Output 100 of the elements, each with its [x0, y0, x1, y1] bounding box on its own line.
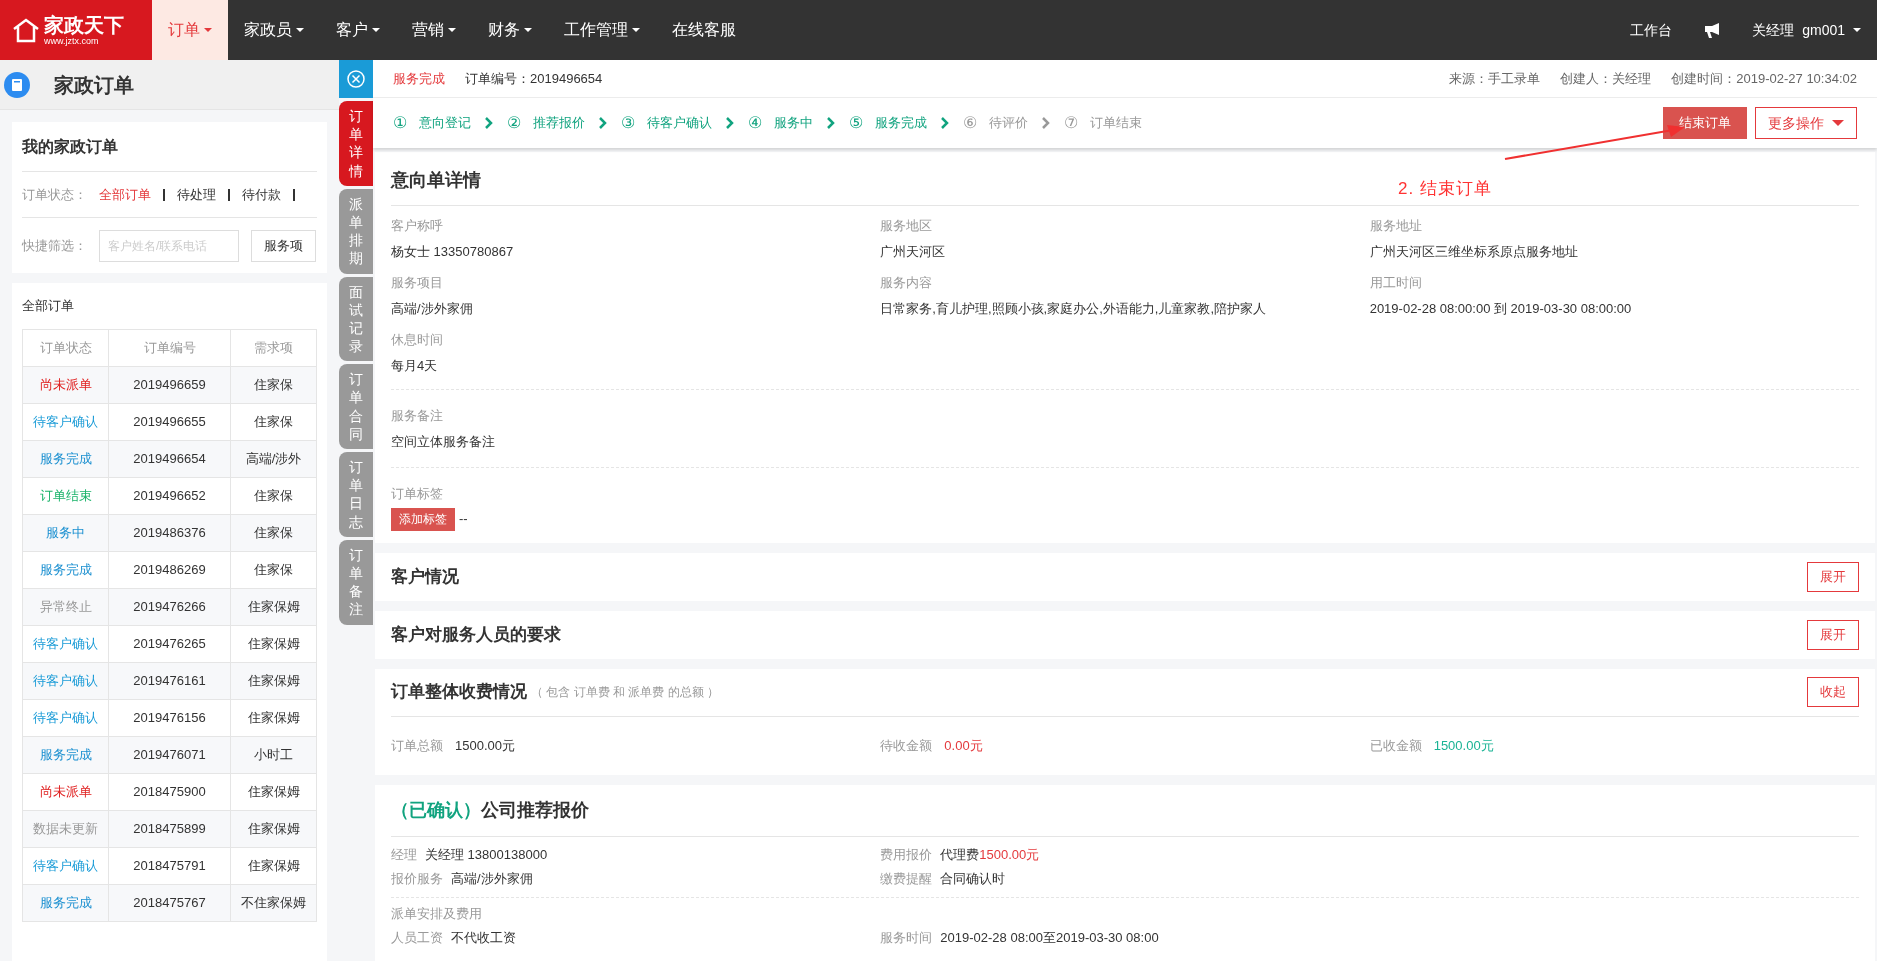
logo-text: 家政天下: [44, 14, 124, 35]
table-cell: 2019496655: [108, 403, 231, 441]
amount-value: 1500.00元: [979, 845, 1040, 864]
side-tab[interactable]: 派单排期: [339, 188, 373, 274]
status-cell: 尚未派单: [22, 366, 109, 404]
amount-value: 0.00元: [944, 736, 983, 755]
nav-menu-item[interactable]: 营销: [396, 0, 472, 60]
side-tab[interactable]: 订单合同: [339, 364, 373, 449]
column-header: 需求项: [230, 329, 317, 367]
caret-icon: [372, 28, 380, 32]
user-menu[interactable]: 关经理 gm001: [1736, 0, 1877, 60]
table-cell: 住家保姆: [230, 588, 317, 626]
table-cell: 2019476156: [108, 699, 231, 737]
caret-icon: [1832, 120, 1844, 126]
table-cell: 2019476265: [108, 625, 231, 663]
nav-menu-item[interactable]: 工作管理: [548, 0, 656, 60]
caret-icon: [204, 28, 212, 32]
table-cell: 住家保姆: [230, 625, 317, 663]
field-value: 广州天河区: [880, 242, 947, 261]
field-value: 广州天河区三维坐标系原点服务地址: [1369, 242, 1579, 261]
field-label: 经理: [391, 845, 417, 864]
table-cell: 2019496654: [108, 440, 231, 478]
chevron-icon: [599, 117, 607, 129]
nav-menu-item[interactable]: 订单: [152, 0, 228, 60]
nav-menu-item[interactable]: 家政员: [228, 0, 320, 60]
nav-menu-item[interactable]: 在线客服: [656, 0, 752, 60]
order-meta: 来源：手工录单: [1449, 69, 1541, 88]
table-cell: 小时工: [230, 736, 317, 774]
field-value: 关经理 13800138000: [425, 845, 548, 864]
nav-menu-item[interactable]: 客户: [320, 0, 396, 60]
field-label: 服务内容: [880, 274, 934, 292]
status-filter-tab[interactable]: 全部订单: [99, 184, 151, 205]
side-tab[interactable]: 订单详情: [339, 101, 373, 186]
status-cell: 服务完成: [22, 440, 109, 478]
filter-label: 订单状态：: [22, 185, 87, 204]
chevron-icon: [1042, 117, 1050, 129]
more-actions-button[interactable]: 更多操作: [1755, 107, 1857, 139]
status-cell: 服务完成: [22, 736, 109, 774]
list-title: 全部订单: [22, 297, 75, 316]
progress-step: ⑦ 订单结束: [1064, 111, 1142, 135]
status-cell: 待客户确认: [22, 403, 109, 441]
workbench-link[interactable]: 工作台: [1614, 0, 1689, 60]
caret-icon: [524, 28, 532, 32]
annotation-text: 2. 结束订单: [1398, 178, 1492, 200]
chevron-icon: [726, 117, 734, 129]
field-label: 服务时间: [880, 928, 933, 947]
status-cell: 待客户确认: [22, 662, 109, 700]
field-label: 派单安排及费用: [391, 904, 483, 923]
status-filter-tab[interactable]: 待付款: [242, 184, 281, 205]
table-cell: 2019486269: [108, 551, 231, 589]
toggle-button[interactable]: 收起: [1807, 677, 1859, 707]
field-label: 费用报价: [880, 845, 933, 864]
order-number: 订单编号：2019496654: [465, 69, 603, 88]
section-note: （ 包含 订单费 和 派单费 的总额 ）: [531, 684, 719, 701]
field-label: 客户称呼: [391, 217, 444, 235]
caret-icon: [296, 28, 304, 32]
table-cell: 2019486376: [108, 514, 231, 552]
field-label: 缴费提醒: [880, 869, 933, 888]
field-value: 2019-02-28 08:00:00 到 2019-03-30 08:00:00: [1369, 299, 1633, 318]
section-title: 订单整体收费情况: [391, 681, 527, 704]
table-cell: 2019496659: [108, 366, 231, 404]
logo-url: www.jztx.com: [44, 36, 100, 46]
side-tab[interactable]: 订单备注: [339, 539, 373, 625]
progress-step: ④ 服务中: [748, 111, 813, 135]
end-order-button[interactable]: 结束订单: [1663, 107, 1747, 139]
status-cell: 服务完成: [22, 551, 109, 589]
amount-value: 1500.00元: [1433, 736, 1494, 755]
chevron-icon: [485, 117, 493, 129]
close-button[interactable]: [339, 60, 373, 98]
service-dropdown[interactable]: 服务项: [251, 229, 316, 262]
add-tag-button[interactable]: 添加标签: [391, 507, 455, 531]
confirmed-status: （已确认）: [391, 798, 481, 822]
field-label: 报价服务: [391, 869, 443, 888]
table-cell: 住家保: [230, 477, 317, 515]
toggle-button[interactable]: 展开: [1807, 561, 1859, 592]
side-tab[interactable]: 面试记录: [339, 276, 373, 362]
table-cell: 住家保: [230, 366, 317, 404]
field-label: 服务地址: [1369, 217, 1423, 235]
side-tab[interactable]: 订单日志: [339, 452, 373, 537]
toggle-button[interactable]: 展开: [1807, 619, 1859, 650]
page-title: 家政订单: [54, 72, 134, 98]
table-cell: 2018475791: [108, 847, 231, 885]
field-value: 空间立体服务备注: [391, 432, 496, 451]
field-label: 人员工资: [391, 928, 443, 947]
field-value: --: [459, 510, 468, 529]
status-cell: 数据未更新: [22, 810, 109, 848]
progress-step: ③ 待客户确认: [621, 111, 712, 135]
table-cell: 2019496652: [108, 477, 231, 515]
field-label: 服务备注: [391, 407, 444, 425]
status-cell: 异常终止: [22, 588, 109, 626]
chevron-icon: [827, 117, 835, 129]
caret-icon: [632, 28, 640, 32]
table-cell: 住家保姆: [230, 810, 317, 848]
progress-step: ① 意向登记: [393, 111, 471, 135]
nav-menu-item[interactable]: 财务: [472, 0, 548, 60]
status-filter-tab[interactable]: 待处理: [177, 184, 216, 205]
order-meta: 创建人：关经理: [1560, 69, 1652, 88]
table-cell: 住家保: [230, 514, 317, 552]
table-cell: 不住家保姆: [230, 884, 317, 922]
status-cell: 服务完成: [22, 884, 109, 922]
